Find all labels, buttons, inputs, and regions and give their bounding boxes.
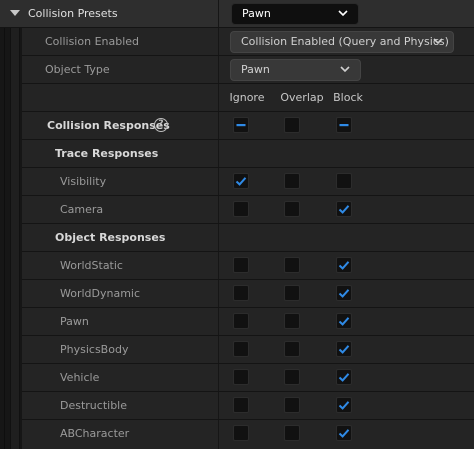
trace-responses-label: Trace Responses [55, 147, 159, 160]
column-divider [218, 0, 219, 27]
camera-ignore-checkbox[interactable] [233, 201, 249, 217]
collision-panel: Collision Presets Pawn Collision Enabled… [0, 0, 474, 449]
question-circle-icon[interactable]: ? [154, 118, 168, 132]
block-column-header: Block [333, 91, 363, 104]
column-divider [218, 56, 219, 83]
camera-overlap-checkbox[interactable] [284, 201, 300, 217]
worlddynamic-overlap-checkbox[interactable] [284, 285, 300, 301]
collision-presets-title: Collision Presets [28, 7, 118, 20]
column-header-row: Ignore Overlap Block [22, 84, 474, 112]
physicsbody-overlap-checkbox[interactable] [284, 341, 300, 357]
object-type-label: Object Type [45, 63, 110, 76]
response-row-visibility: Visibility [22, 168, 474, 196]
response-row-pawn: Pawn [22, 308, 474, 336]
collision-enabled-value: Collision Enabled (Query and Physics) [241, 35, 449, 48]
preset-dropdown-value: Pawn [242, 7, 271, 20]
destructible-overlap-checkbox[interactable] [284, 397, 300, 413]
preset-dropdown[interactable]: Pawn [231, 3, 359, 25]
collision-responses-ignore-checkbox[interactable] [233, 117, 249, 133]
collision-enabled-dropdown[interactable]: Collision Enabled (Query and Physics) [230, 31, 454, 53]
camera-block-checkbox[interactable] [336, 201, 352, 217]
worlddynamic-block-checkbox[interactable] [336, 285, 352, 301]
object-type-value: Pawn [241, 63, 270, 76]
response-label: ABCharacter [60, 427, 130, 440]
object-responses-row: Object Responses [22, 224, 474, 252]
response-label: Camera [60, 203, 104, 216]
object-type-dropdown[interactable]: Pawn [230, 59, 361, 81]
destructible-ignore-checkbox[interactable] [233, 397, 249, 413]
chevron-down-icon [340, 64, 350, 74]
response-label: PhysicsBody [60, 343, 129, 356]
object-type-row: Object Type Pawn [22, 56, 474, 84]
vehicle-block-checkbox[interactable] [336, 369, 352, 385]
worldstatic-overlap-checkbox[interactable] [284, 257, 300, 273]
collision-responses-block-checkbox[interactable] [336, 117, 352, 133]
ignore-column-header: Ignore [229, 91, 265, 104]
indent-gutter [0, 0, 22, 449]
column-divider [218, 196, 219, 223]
column-divider [218, 364, 219, 391]
response-label: Vehicle [60, 371, 100, 384]
abcharacter-ignore-checkbox[interactable] [233, 425, 249, 441]
column-divider [218, 112, 219, 139]
response-row-physicsbody: PhysicsBody [22, 336, 474, 364]
pawn-block-checkbox[interactable] [336, 313, 352, 329]
response-label: Visibility [60, 175, 107, 188]
chevron-down-icon [338, 8, 348, 18]
vehicle-ignore-checkbox[interactable] [233, 369, 249, 385]
pawn-overlap-checkbox[interactable] [284, 313, 300, 329]
physicsbody-ignore-checkbox[interactable] [233, 341, 249, 357]
column-divider [218, 28, 219, 55]
column-divider [218, 336, 219, 363]
worlddynamic-ignore-checkbox[interactable] [233, 285, 249, 301]
collision-enabled-label: Collision Enabled [45, 35, 140, 48]
collision-presets-header[interactable]: Collision Presets Pawn [0, 0, 474, 28]
visibility-overlap-checkbox[interactable] [284, 173, 300, 189]
column-divider [218, 84, 219, 111]
collision-responses-label: Collision Responses [47, 119, 170, 132]
response-row-worlddynamic: WorldDynamic [22, 280, 474, 308]
worldstatic-block-checkbox[interactable] [336, 257, 352, 273]
response-row-abcharacter: ABCharacter [22, 420, 474, 449]
trace-responses-row: Trace Responses [22, 140, 474, 168]
overlap-column-header: Overlap [280, 91, 324, 104]
object-responses-label: Object Responses [55, 231, 166, 244]
response-row-camera: Camera [22, 196, 474, 224]
column-divider [218, 392, 219, 419]
response-row-vehicle: Vehicle [22, 364, 474, 392]
response-row-destructible: Destructible [22, 392, 474, 420]
column-divider [218, 168, 219, 195]
column-divider [218, 420, 219, 449]
visibility-block-checkbox[interactable] [336, 173, 352, 189]
collision-responses-overlap-checkbox[interactable] [284, 117, 300, 133]
response-label: WorldDynamic [60, 287, 141, 300]
collision-responses-row: Collision Responses ? [22, 112, 474, 140]
column-divider [218, 140, 219, 167]
response-row-worldstatic: WorldStatic [22, 252, 474, 280]
collapse-caret-icon[interactable] [10, 10, 20, 16]
column-divider [218, 280, 219, 307]
column-divider [218, 252, 219, 279]
pawn-ignore-checkbox[interactable] [233, 313, 249, 329]
response-label: Destructible [60, 399, 127, 412]
abcharacter-overlap-checkbox[interactable] [284, 425, 300, 441]
destructible-block-checkbox[interactable] [336, 397, 352, 413]
vehicle-overlap-checkbox[interactable] [284, 369, 300, 385]
chevron-down-icon [433, 36, 443, 46]
collision-enabled-row: Collision Enabled Collision Enabled (Que… [22, 28, 474, 56]
response-label: Pawn [60, 315, 89, 328]
physicsbody-block-checkbox[interactable] [336, 341, 352, 357]
column-divider [218, 224, 219, 251]
visibility-ignore-checkbox[interactable] [233, 173, 249, 189]
worldstatic-ignore-checkbox[interactable] [233, 257, 249, 273]
response-label: WorldStatic [60, 259, 123, 272]
column-divider [218, 308, 219, 335]
abcharacter-block-checkbox[interactable] [336, 425, 352, 441]
